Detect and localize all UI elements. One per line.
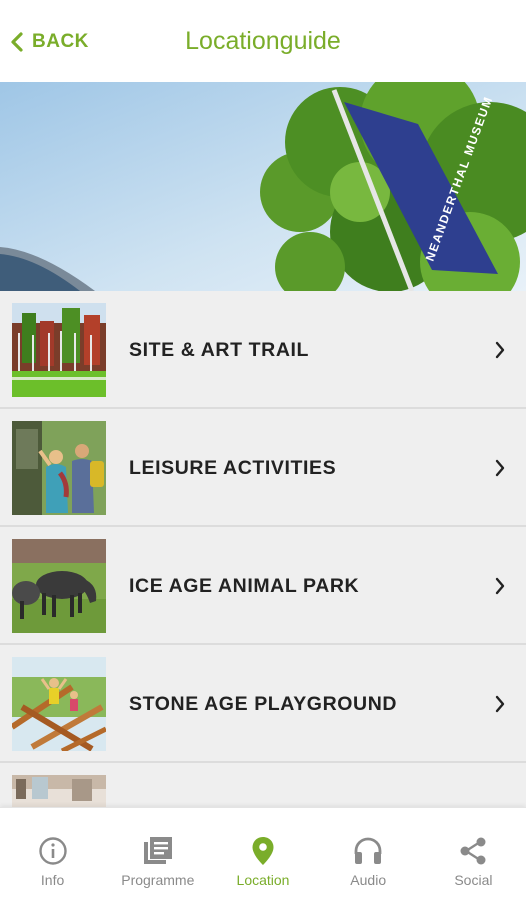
tab-social[interactable]: Social xyxy=(421,808,526,900)
hikers-thumbnail xyxy=(12,421,106,515)
list-item-label: ICE AGE ANIMAL PARK xyxy=(129,574,360,597)
tab-label: Audio xyxy=(350,872,387,888)
page-title: Locationguide xyxy=(185,27,341,55)
list-item-label: SITE & ART TRAIL xyxy=(129,338,310,361)
bottom-navigation: Info Programme Location Audio Social xyxy=(0,807,526,900)
list-item[interactable]: STONE AGE PLAYGROUND xyxy=(0,645,526,763)
headphones-icon xyxy=(354,837,382,864)
tab-label: Location xyxy=(236,872,290,888)
trail-thumbnail xyxy=(12,303,106,397)
chevron-right-icon xyxy=(495,341,505,359)
app-header: BACK Locationguide xyxy=(0,0,526,82)
share-icon xyxy=(460,837,486,865)
location-list: SITE & ART TRAIL LEISURE ACTIVITIES ICE … xyxy=(0,291,526,807)
list-item-label: STONE AGE PLAYGROUND xyxy=(129,692,398,715)
playground-thumbnail xyxy=(12,657,106,751)
location-pin-icon xyxy=(252,837,274,865)
tab-info[interactable]: Info xyxy=(0,808,105,900)
tab-label: Info xyxy=(40,872,65,888)
tab-label: Social xyxy=(454,872,493,888)
info-icon xyxy=(38,837,67,865)
chevron-right-icon xyxy=(495,695,505,713)
tab-label: Programme xyxy=(121,872,195,888)
list-item[interactable]: LEISURE ACTIVITIES xyxy=(0,409,526,527)
interior-thumbnail xyxy=(12,775,106,807)
list-item[interactable]: ICE AGE ANIMAL PARK xyxy=(0,527,526,645)
tab-location[interactable]: Location xyxy=(210,808,315,900)
horses-thumbnail xyxy=(12,539,106,633)
chevron-right-icon xyxy=(495,577,505,595)
hero-image: NEANDERTHAL MUSEUM xyxy=(0,82,526,291)
list-item[interactable] xyxy=(0,763,526,807)
chevron-right-icon xyxy=(495,459,505,477)
list-item-label: LEISURE ACTIVITIES xyxy=(129,456,337,479)
tab-programme[interactable]: Programme xyxy=(105,808,210,900)
list-item[interactable]: SITE & ART TRAIL xyxy=(0,291,526,409)
tab-audio[interactable]: Audio xyxy=(316,808,421,900)
programme-icon xyxy=(143,837,172,864)
